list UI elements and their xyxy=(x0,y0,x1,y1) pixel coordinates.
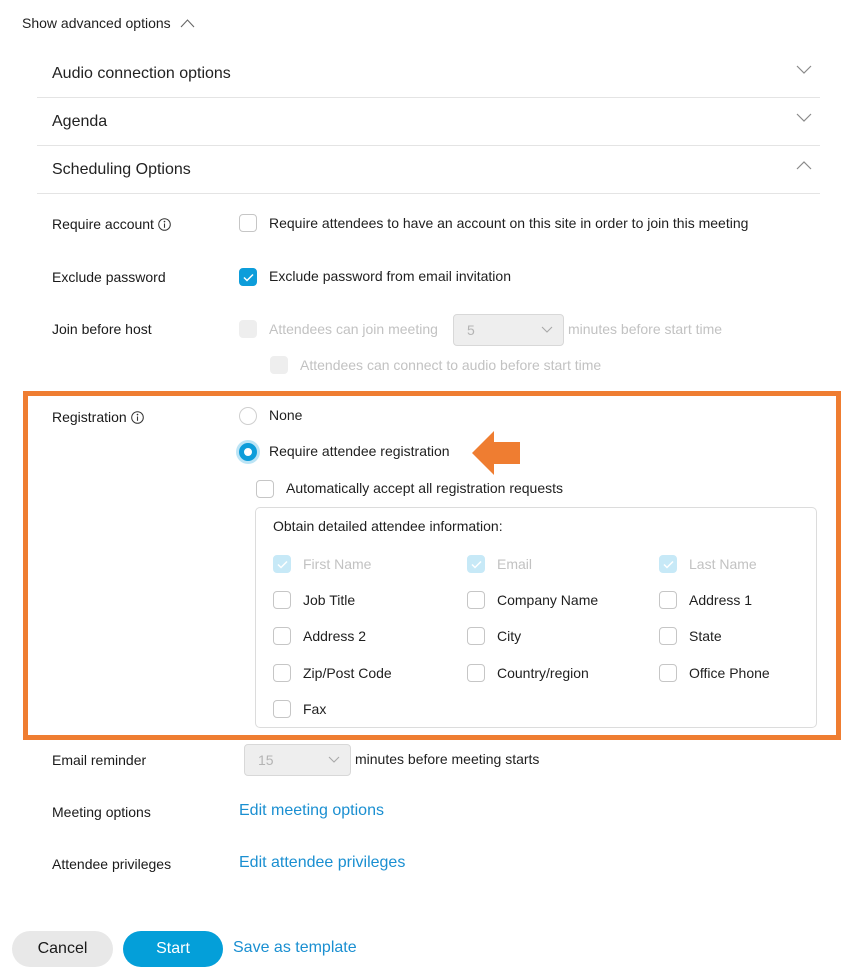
auto-accept-label: Automatically accept all registration re… xyxy=(286,480,564,496)
edit-meeting-options-link[interactable]: Edit meeting options xyxy=(239,802,384,820)
field-label-job-title: Job Title xyxy=(303,592,356,608)
field-checkbox-fax[interactable] xyxy=(273,700,291,718)
field-label-email: Email xyxy=(497,556,533,572)
accordion-title: Agenda xyxy=(52,112,108,130)
registration-none-radio[interactable] xyxy=(239,407,257,425)
field-label-country-region: Country/region xyxy=(497,665,589,681)
field-label-city: City xyxy=(497,628,522,644)
field-checkbox-company-name[interactable] xyxy=(467,591,485,609)
email-reminder-select[interactable]: 15 xyxy=(244,744,351,776)
arrow-left-icon xyxy=(472,431,520,475)
auto-accept-checkbox[interactable] xyxy=(256,480,274,498)
registration-text: Registration xyxy=(52,409,127,425)
info-icon[interactable] xyxy=(158,217,171,231)
field-label-office-phone: Office Phone xyxy=(689,665,770,681)
field-checkbox-job-title[interactable] xyxy=(273,591,291,609)
field-checkbox-country-region[interactable] xyxy=(467,664,485,682)
attendee-information-heading: Obtain detailed attendee information: xyxy=(273,518,503,534)
exclude-password-label: Exclude password xyxy=(52,269,166,285)
field-label-first-name: First Name xyxy=(303,556,372,572)
chevron-down-icon xyxy=(328,756,340,763)
field-label-last-name: Last Name xyxy=(689,556,757,572)
chevron-down-icon xyxy=(796,113,812,122)
field-checkbox-office-phone[interactable] xyxy=(659,664,677,682)
accordion-title: Audio connection options xyxy=(52,64,231,82)
connect-audio-before-label: Attendees can connect to audio before st… xyxy=(300,357,602,373)
join-before-host-label: Join before host xyxy=(52,321,152,337)
join-before-host-option-prefix: Attendees can join meeting xyxy=(269,321,438,337)
accordion-agenda[interactable]: Agenda xyxy=(37,98,820,146)
check-icon xyxy=(663,560,674,569)
require-account-option-label: Require attendees to have an account on … xyxy=(269,215,749,231)
email-reminder-value: 15 xyxy=(258,752,274,768)
email-reminder-text: Email reminder xyxy=(52,752,147,768)
accordion-title: Scheduling Options xyxy=(52,160,191,178)
check-icon xyxy=(471,560,482,569)
chevron-up-icon xyxy=(796,161,812,170)
join-before-host-checkbox[interactable] xyxy=(239,320,257,338)
field-checkbox-last-name[interactable] xyxy=(659,555,677,573)
field-label-zip-post-code: Zip/Post Code xyxy=(303,665,392,681)
require-account-text: Require account xyxy=(52,216,154,232)
exclude-password-checkbox[interactable] xyxy=(239,268,257,286)
field-label-fax: Fax xyxy=(303,701,327,717)
field-label-state: State xyxy=(689,628,722,644)
meeting-options-label: Meeting options xyxy=(52,804,151,820)
field-checkbox-state[interactable] xyxy=(659,627,677,645)
registration-require-radio[interactable] xyxy=(239,443,257,461)
field-checkbox-zip-post-code[interactable] xyxy=(273,664,291,682)
join-minutes-value: 5 xyxy=(467,322,475,338)
join-before-host-minutes-select[interactable]: 5 xyxy=(453,314,564,346)
attendee-information-box: Obtain detailed attendee information: Fi… xyxy=(255,507,817,728)
field-checkbox-address-1[interactable] xyxy=(659,591,677,609)
registration-require-label: Require attendee registration xyxy=(269,443,450,459)
exclude-password-text: Exclude password xyxy=(52,269,166,285)
field-checkbox-email[interactable] xyxy=(467,555,485,573)
chevron-down-icon xyxy=(541,326,553,333)
email-reminder-label: Email reminder xyxy=(52,752,146,768)
email-reminder-suffix: minutes before meeting starts xyxy=(355,751,540,767)
show-advanced-options-label: Show advanced options xyxy=(22,15,171,31)
field-label-address-1: Address 1 xyxy=(689,592,753,608)
attendee-privileges-label: Attendee privileges xyxy=(52,856,171,872)
check-icon xyxy=(243,273,254,282)
save-as-template-link[interactable]: Save as template xyxy=(233,939,357,957)
join-before-host-text: Join before host xyxy=(52,321,152,337)
join-before-host-option-suffix: minutes before start time xyxy=(568,321,723,337)
info-icon[interactable] xyxy=(130,410,144,424)
show-advanced-options-toggle[interactable]: Show advanced options xyxy=(22,15,195,31)
field-label-company-name: Company Name xyxy=(497,592,599,608)
accordion-scheduling-options[interactable]: Scheduling Options xyxy=(37,146,820,194)
field-label-address-2: Address 2 xyxy=(303,628,367,644)
registration-label: Registration xyxy=(52,409,144,425)
field-checkbox-city[interactable] xyxy=(467,627,485,645)
attendee-privileges-text: Attendee privileges xyxy=(52,856,172,872)
start-button[interactable]: Start xyxy=(123,931,223,967)
chevron-up-icon xyxy=(180,19,195,28)
require-account-label: Require account xyxy=(52,216,171,232)
accordion-audio-connection-options[interactable]: Audio connection options xyxy=(37,50,820,98)
cancel-button[interactable]: Cancel xyxy=(12,931,113,967)
require-account-checkbox[interactable] xyxy=(239,214,257,232)
connect-audio-before-checkbox[interactable] xyxy=(270,356,288,374)
field-checkbox-first-name[interactable] xyxy=(273,555,291,573)
chevron-down-icon xyxy=(796,65,812,74)
registration-none-label: None xyxy=(269,407,303,423)
meeting-options-text: Meeting options xyxy=(52,804,151,820)
check-icon xyxy=(277,560,288,569)
field-checkbox-address-2[interactable] xyxy=(273,627,291,645)
exclude-password-option-label: Exclude password from email invitation xyxy=(269,268,511,284)
edit-attendee-privileges-link[interactable]: Edit attendee privileges xyxy=(239,854,405,872)
